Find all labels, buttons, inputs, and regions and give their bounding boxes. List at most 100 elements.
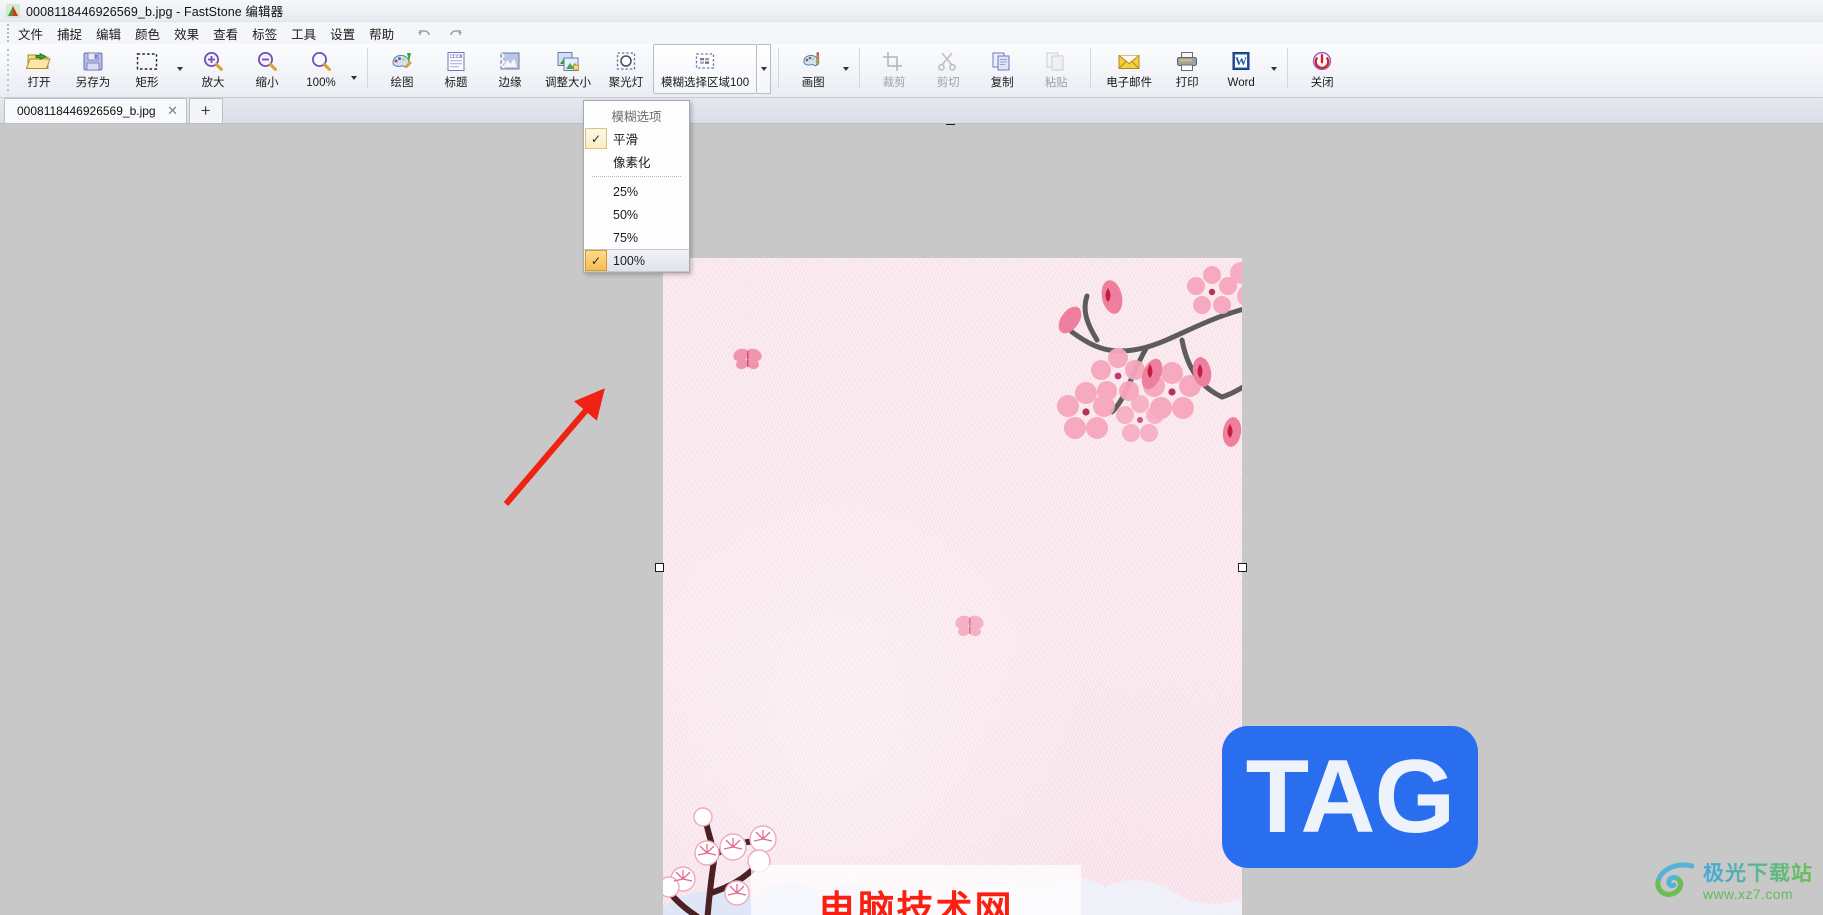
red-arrow-pointer [503,388,605,506]
menu-view[interactable]: 查看 [206,22,245,45]
faststone-editor-window: 0008118446926569_b.jpg - FastStone 编辑器 文… [0,0,1823,915]
dropdown-item-smooth[interactable]: ✓ 平滑 [584,127,689,150]
toolbar-separator [1287,48,1289,88]
toolbar-button-edge[interactable]: 边缘 [483,44,537,94]
toolbar-button-open[interactable]: 打开 [12,44,66,94]
email-icon [1116,50,1142,74]
menu-edit[interactable]: 编辑 [89,22,128,45]
toolbar-label: 打开 [27,77,51,89]
dropdown-item-50[interactable]: 50% [584,203,689,226]
main-toolbar: 打开 另存为 矩形 放大 缩小 100% 绘图 标题 边缘 调整大小 聚光灯 模… [0,44,1823,98]
toolbar-button-word[interactable]: W Word [1214,44,1268,94]
toolbar-label: 矩形 [135,77,159,89]
toolbar-button-zoom-in[interactable]: 放大 [186,44,240,94]
toolbar-button-rectangle[interactable]: 矩形 [120,44,174,94]
toolbar-button-save-as[interactable]: 另存为 [66,44,120,94]
toolbar-button-resize[interactable]: 调整大小 [537,44,599,94]
word-dropdown-caret[interactable] [1268,44,1280,94]
toolbar-label: 粘贴 [1044,77,1068,89]
title-bar: 0008118446926569_b.jpg - FastStone 编辑器 [0,0,1823,22]
resize-icon [555,50,581,74]
dropdown-item-label: 100% [613,253,645,268]
toolbar-button-caption[interactable]: 标题 [429,44,483,94]
toolbar-label: 关闭 [1310,77,1334,89]
zoom-dropdown-caret[interactable] [348,44,360,94]
dropdown-separator [592,176,681,177]
selection-handle-middle-left[interactable] [655,563,664,572]
menu-tags[interactable]: 标签 [245,22,284,45]
blur-options-dropdown[interactable]: 模糊选项 ✓ 平滑 像素化 25% 50% 75% ✓ 100% [583,100,690,273]
dropdown-item-100[interactable]: ✓ 100% [584,249,689,272]
toolbar-label: 复制 [990,77,1014,89]
toolbar-button-zoom-actual[interactable]: 100% [294,44,348,94]
toolbar-separator [1090,48,1092,88]
paint-icon [800,50,826,74]
tag-badge-text: TAG [1245,739,1456,855]
printer-icon [1174,50,1200,74]
toolbar-separator [778,48,780,88]
toolbar-button-close[interactable]: 关闭 [1295,44,1349,94]
svg-text:W: W [1235,54,1247,68]
toolbar-button-email[interactable]: 电子邮件 [1098,44,1160,94]
butterfly-icon [733,348,762,370]
menu-capture[interactable]: 捕捉 [50,22,89,45]
dropdown-item-pixelate[interactable]: 像素化 [584,150,689,173]
close-icon[interactable]: ✕ [166,103,180,119]
menu-settings[interactable]: 设置 [323,22,362,45]
menu-color[interactable]: 颜色 [128,22,167,45]
toolbar-label: 打印 [1175,77,1199,89]
toolbar-label: 电子邮件 [1106,77,1153,89]
dropdown-item-75[interactable]: 75% [584,226,689,249]
dropdown-item-label: 75% [613,230,639,245]
menu-file[interactable]: 文件 [11,22,50,45]
toolbar-label: 放大 [201,77,225,89]
toolbar-label: 模糊选择区域100 [661,77,750,89]
tab-image-0[interactable]: 0008118446926569_b.jpg ✕ [4,98,187,123]
selection-handle-top-center[interactable] [946,124,955,125]
toolbar-label: 调整大小 [545,77,591,89]
menu-tools[interactable]: 工具 [284,22,323,45]
open-folder-icon [25,50,52,74]
word-icon: W [1228,50,1254,74]
photo-image[interactable]: 电脑技术网 www.tagxp.com [663,258,1242,915]
toolbar-label: 边缘 [498,77,522,89]
butterfly-icon [955,615,984,637]
toolbar-button-print[interactable]: 打印 [1160,44,1214,94]
rectangle-select-icon [134,50,160,74]
toolbar-button-blur-region[interactable]: 模糊选择区域100 [653,44,758,94]
site-watermark-url: www.xz7.com [1703,885,1793,902]
menu-grip [4,24,11,42]
toolbar-label: 缩小 [255,77,279,89]
dropdown-item-label: 50% [613,207,639,222]
save-as-icon [80,50,106,74]
selection-handle-middle-right[interactable] [1238,563,1247,572]
watermark-cn-text: 电脑技术网 [818,888,1014,915]
rectangle-dropdown-caret[interactable] [174,44,186,94]
redo-icon[interactable] [447,27,463,40]
toolbar-button-cut: 剪切 [921,44,975,94]
image-canvas[interactable]: 电脑技术网 www.tagxp.com TAG 极光下载站 www.xz7.co… [0,124,1823,915]
toolbar-button-zoom-out[interactable]: 缩小 [240,44,294,94]
check-icon: ✓ [585,128,607,149]
toolbar-button-paint[interactable]: 画图 [786,44,840,94]
menu-help[interactable]: 帮助 [362,22,401,45]
toolbar-separator [367,48,368,88]
toolbar-separator [859,48,861,88]
tab-label: 0008118446926569_b.jpg [17,104,156,118]
check-icon: ✓ [585,250,607,271]
toolbar-button-spotlight[interactable]: 聚光灯 [599,44,653,94]
sakura-branch-top-right [1057,262,1242,447]
menu-effects[interactable]: 效果 [167,22,206,45]
zoom-actual-icon [308,50,334,74]
faststone-logo-icon [6,3,20,18]
toolbar-label: 100% [306,77,336,89]
dropdown-item-label: 平滑 [613,133,639,147]
new-tab-button[interactable]: + [188,98,223,123]
toolbar-button-copy[interactable]: 复制 [975,44,1029,94]
undo-icon[interactable] [417,27,433,40]
toolbar-button-draw[interactable]: 绘图 [375,44,429,94]
paint-dropdown-caret[interactable] [840,44,852,94]
dropdown-item-25[interactable]: 25% [584,180,689,203]
toolbar-label: 标题 [444,77,468,89]
blur-region-dropdown-caret[interactable] [757,44,772,94]
